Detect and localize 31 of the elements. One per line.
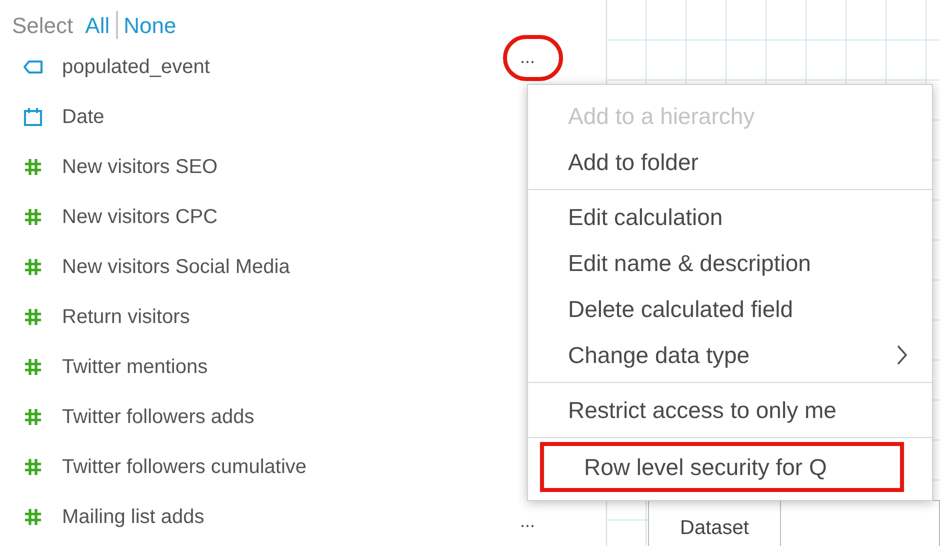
select-label: Select — [12, 12, 74, 40]
calendar-icon — [23, 107, 43, 127]
field-name[interactable]: Date — [62, 102, 104, 132]
field-name[interactable]: Mailing list adds — [62, 502, 204, 532]
menu-item[interactable]: Add to folder — [528, 139, 932, 185]
menu-item[interactable]: Edit calculation — [528, 194, 932, 240]
field-name[interactable]: New visitors SEO — [62, 152, 218, 182]
tag-icon — [23, 60, 43, 74]
chevron-right-icon — [896, 344, 908, 366]
menu-item[interactable]: Delete calculated field — [528, 286, 932, 332]
field-name[interactable]: populated_event — [62, 52, 210, 82]
field-name[interactable]: Twitter followers cumulative — [62, 452, 307, 482]
field-name[interactable]: Twitter followers adds — [62, 402, 254, 432]
field-name[interactable]: Return visitors — [62, 302, 190, 332]
number-icon — [23, 507, 43, 527]
field-name[interactable]: Twitter mentions — [62, 352, 208, 382]
number-icon — [23, 457, 43, 477]
number-icon — [23, 157, 43, 177]
number-icon — [23, 407, 43, 427]
number-icon — [23, 207, 43, 227]
number-icon — [23, 257, 43, 277]
more-button[interactable]: ... — [520, 48, 536, 66]
field-name[interactable]: New visitors Social Media — [62, 252, 290, 282]
menu-item[interactable]: Edit name & description — [528, 240, 932, 286]
number-icon — [23, 307, 43, 327]
number-icon — [23, 357, 43, 377]
field-name[interactable]: New visitors CPC — [62, 202, 218, 232]
menu-item[interactable]: Restrict access to only me — [528, 387, 932, 433]
more-button[interactable]: ... — [520, 512, 536, 530]
menu-item[interactable]: Row level security for Q — [540, 442, 904, 492]
menu-item[interactable]: Change data type — [528, 332, 932, 378]
